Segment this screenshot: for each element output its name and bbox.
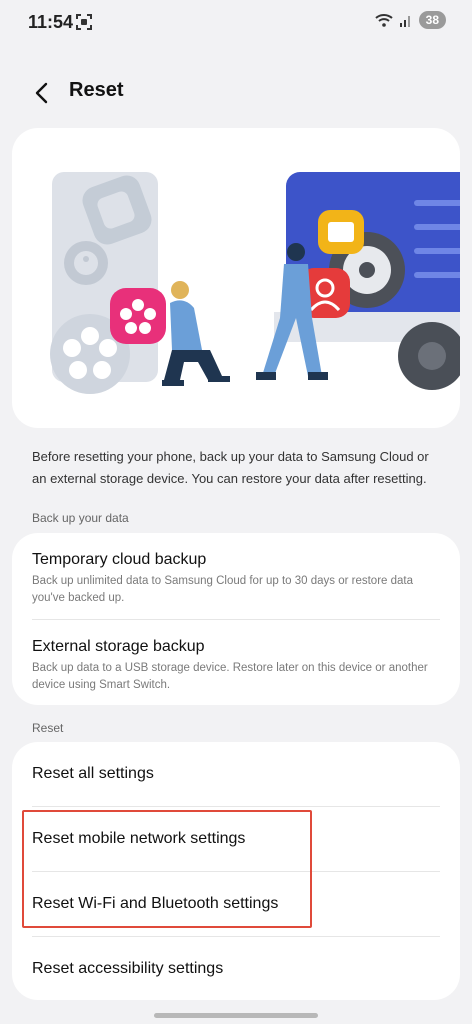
reset-section-label: Reset (32, 721, 64, 735)
backup-options-card: Temporary cloud backup Back up unlimited… (12, 533, 460, 705)
temporary-cloud-backup-title: Temporary cloud backup (32, 551, 207, 568)
external-storage-backup-title: External storage backup (32, 638, 205, 655)
battery-indicator: 38 (418, 11, 446, 29)
reset-all-settings-item[interactable]: Reset all settings (12, 742, 460, 806)
signal-icon (399, 16, 410, 27)
status-icons: 38 (374, 11, 446, 29)
status-bar: 11:54 38 (0, 0, 472, 46)
reset-illustration (50, 172, 460, 394)
reset-accessibility-settings-item[interactable]: Reset accessibility settings (12, 937, 460, 1001)
status-time: 11:54 (28, 12, 74, 32)
temporary-cloud-backup-item[interactable]: Temporary cloud backup Back up unlimited… (12, 533, 460, 619)
external-storage-backup-item[interactable]: External storage backup Back up data to … (12, 620, 460, 705)
back-button[interactable] (26, 78, 56, 108)
backup-section-label: Back up your data (32, 511, 129, 525)
reset-wifi-bluetooth-settings-item[interactable]: Reset Wi-Fi and Bluetooth settings (12, 872, 460, 936)
reset-accessibility-settings-label: Reset accessibility settings (32, 960, 224, 977)
app-header: Reset (0, 66, 472, 116)
reset-all-settings-label: Reset all settings (32, 765, 154, 782)
wifi-icon (374, 14, 393, 27)
back-arrow-icon (35, 82, 48, 104)
external-storage-backup-subtitle: Back up data to a USB storage device. Re… (32, 662, 428, 691)
page-title: Reset (69, 79, 124, 101)
intro-text: Before resetting your phone, back up you… (32, 449, 429, 486)
reset-mobile-network-settings-item[interactable]: Reset mobile network settings (12, 807, 460, 871)
home-indicator[interactable] (154, 1013, 318, 1018)
reset-options-card: Reset all settings Reset mobile network … (12, 742, 460, 1000)
reset-wifi-bluetooth-settings-label: Reset Wi-Fi and Bluetooth settings (32, 895, 279, 912)
temporary-cloud-backup-subtitle: Back up unlimited data to Samsung Cloud … (32, 575, 413, 604)
screenshot-icon (76, 14, 92, 30)
illustration-card (12, 128, 460, 428)
reset-mobile-network-settings-label: Reset mobile network settings (32, 830, 246, 847)
